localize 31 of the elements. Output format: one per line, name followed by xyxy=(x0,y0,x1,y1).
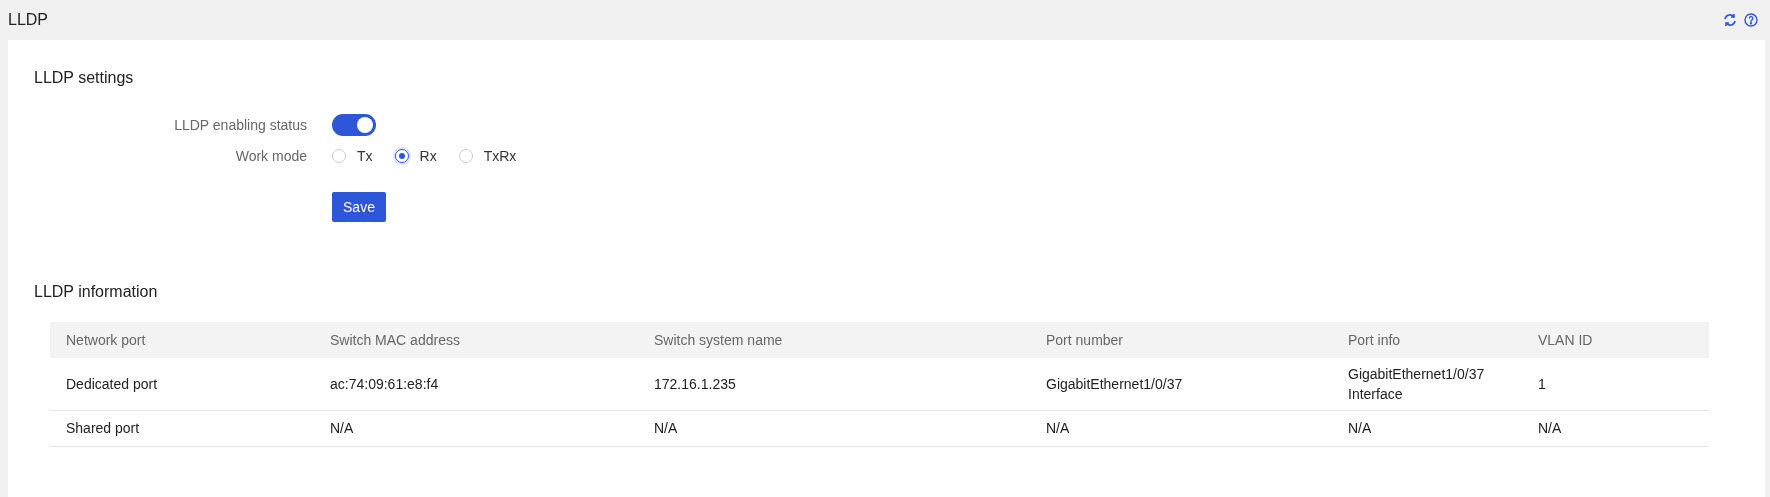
column-header: VLAN ID xyxy=(1538,331,1593,348)
column-header: Port number xyxy=(1046,331,1124,348)
save-button[interactable]: Save xyxy=(332,192,386,222)
column-header: Network port xyxy=(66,331,146,348)
table-cell: N/A xyxy=(654,420,678,436)
refresh-icon[interactable] xyxy=(1723,13,1737,27)
table-cell: N/A xyxy=(1538,420,1562,436)
help-icon[interactable] xyxy=(1744,13,1758,27)
table-cell: Shared port xyxy=(66,420,140,436)
column-header: Switch MAC address xyxy=(330,331,460,348)
table-cell: GigabitEthernet1/0/37 Interface xyxy=(1348,365,1485,402)
field-label: Work mode xyxy=(234,146,307,166)
table-cell: N/A xyxy=(1046,420,1070,436)
table-cell: Dedicated port xyxy=(66,375,158,392)
table-cell: 172.16.1.235 xyxy=(654,375,736,392)
table-cell: GigabitEthernet1/0/37 xyxy=(1046,375,1183,392)
table-cell: N/A xyxy=(330,420,354,436)
field-label: LLDP enabling status xyxy=(173,115,307,135)
section-title: LLDP settings xyxy=(34,68,135,88)
table-cell: 1 xyxy=(1538,375,1546,392)
section-title: LLDP information xyxy=(34,282,159,302)
radio-label[interactable]: TxRx xyxy=(483,145,517,167)
column-header: Port info xyxy=(1348,331,1401,348)
radio-label[interactable]: Rx xyxy=(419,145,437,167)
table-cell: N/A xyxy=(1348,420,1372,436)
table-cell: ac:74:09:61:e8:f4 xyxy=(330,375,439,392)
page-title: LLDP xyxy=(8,10,49,30)
column-header: Switch system name xyxy=(654,331,783,348)
toggle-switch[interactable] xyxy=(332,114,376,136)
radio-label[interactable]: Tx xyxy=(357,145,373,167)
radio-button[interactable] xyxy=(394,149,409,163)
